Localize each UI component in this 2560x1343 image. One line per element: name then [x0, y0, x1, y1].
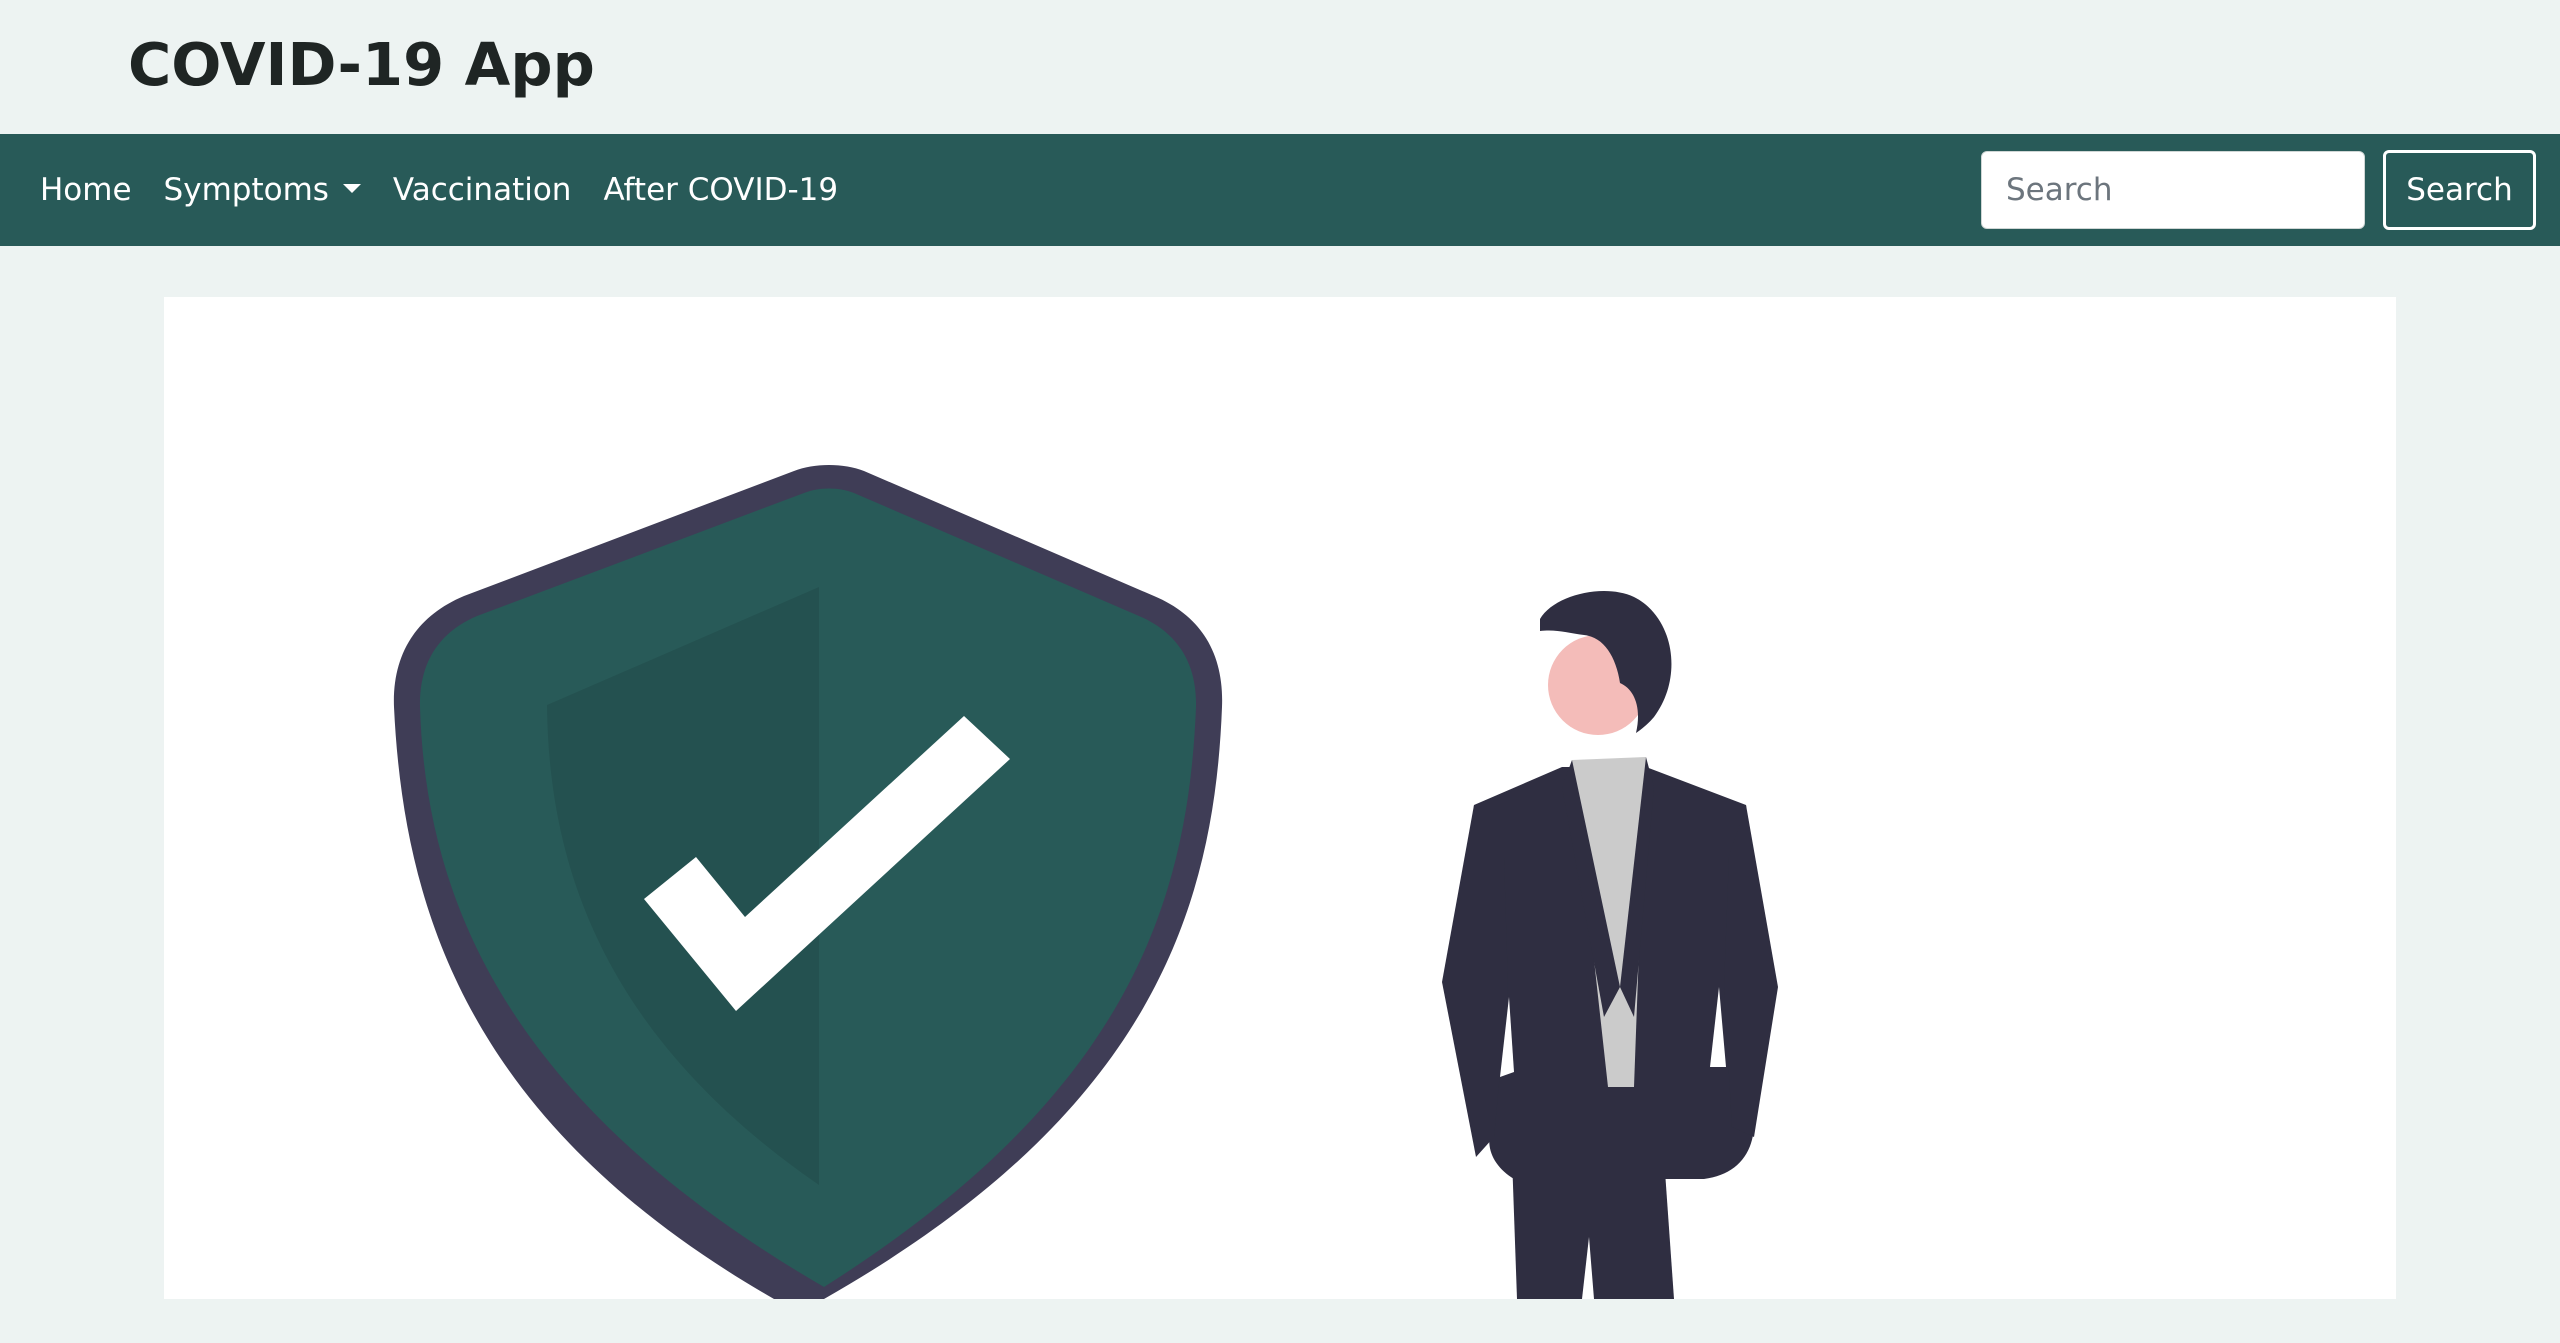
- shield-check-icon: [393, 465, 1223, 1299]
- hero-illustration-card: [164, 297, 2396, 1299]
- app-title: COVID-19 App: [128, 30, 595, 99]
- search-form: Search: [1981, 150, 2536, 230]
- search-button[interactable]: Search: [2383, 150, 2536, 230]
- nav-item-after-covid[interactable]: After COVID-19: [587, 134, 854, 246]
- main-navbar: Home Symptoms Vaccination After COVID-19…: [0, 134, 2560, 246]
- person-illustration: [1442, 591, 1778, 1299]
- nav-item-symptoms[interactable]: Symptoms: [148, 134, 377, 246]
- search-input[interactable]: [1981, 151, 2365, 229]
- nav-item-symptoms-label: Symptoms: [163, 172, 329, 208]
- site-header: COVID-19 App: [0, 0, 2560, 134]
- nav-item-vaccination[interactable]: Vaccination: [377, 134, 588, 246]
- dropdown-caret-icon: [342, 183, 361, 193]
- nav-item-home[interactable]: Home: [40, 134, 148, 246]
- person-right-arm: [1724, 805, 1778, 1137]
- nav-links: Home Symptoms Vaccination After COVID-19: [40, 134, 854, 246]
- hero-illustration: [393, 465, 1778, 1299]
